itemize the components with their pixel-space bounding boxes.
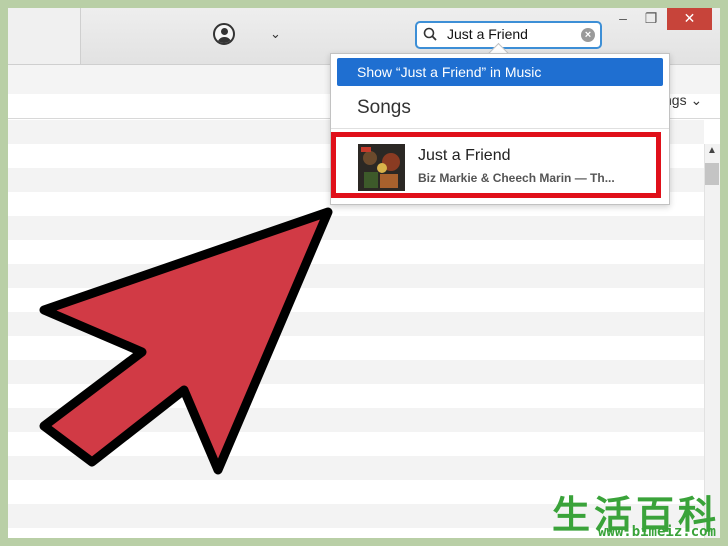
list-row[interactable]: [8, 456, 704, 480]
song-artist-album: Biz Markie & Cheech Marin — Th...: [418, 171, 615, 185]
list-row[interactable]: [8, 384, 704, 408]
song-title: Just a Friend: [418, 147, 511, 164]
songs-section-title: Songs: [357, 97, 411, 118]
minimize-button[interactable]: –: [612, 8, 634, 30]
list-row[interactable]: [8, 432, 704, 456]
account-icon[interactable]: [213, 23, 235, 45]
search-suggestions-dropdown: Show “Just a Friend” in Music Songs Just…: [330, 53, 670, 205]
search-input[interactable]: Just a Friend ×: [415, 21, 602, 49]
list-row[interactable]: [8, 408, 704, 432]
watermark-url: www.bimeiz.com: [597, 524, 716, 540]
search-value[interactable]: Just a Friend: [447, 26, 528, 42]
scroll-up-icon[interactable]: ▲: [707, 145, 717, 156]
clear-search-icon[interactable]: ×: [581, 28, 595, 42]
scrollbar-thumb[interactable]: [705, 163, 719, 185]
watermark: 生活百科 www.bimeiz.com: [520, 484, 720, 540]
chevron-down-icon[interactable]: ⌄: [270, 26, 281, 42]
vertical-scrollbar[interactable]: [704, 144, 720, 538]
list-row[interactable]: [8, 288, 704, 312]
list-row[interactable]: [8, 264, 704, 288]
list-row[interactable]: [8, 216, 704, 240]
list-row[interactable]: [8, 360, 704, 384]
list-row[interactable]: [8, 240, 704, 264]
title-bar-left-pane: [8, 8, 81, 64]
maximize-button[interactable]: ❐: [640, 8, 662, 30]
album-art-thumbnail: [358, 144, 405, 191]
search-icon: [423, 27, 437, 41]
song-result-item[interactable]: Just a Friend Biz Markie & Cheech Marin …: [331, 132, 661, 198]
close-button[interactable]: ✕: [667, 8, 712, 30]
list-row[interactable]: [8, 312, 704, 336]
list-row[interactable]: [8, 336, 704, 360]
show-in-music-option[interactable]: Show “Just a Friend” in Music: [337, 58, 663, 86]
divider: [331, 128, 669, 129]
